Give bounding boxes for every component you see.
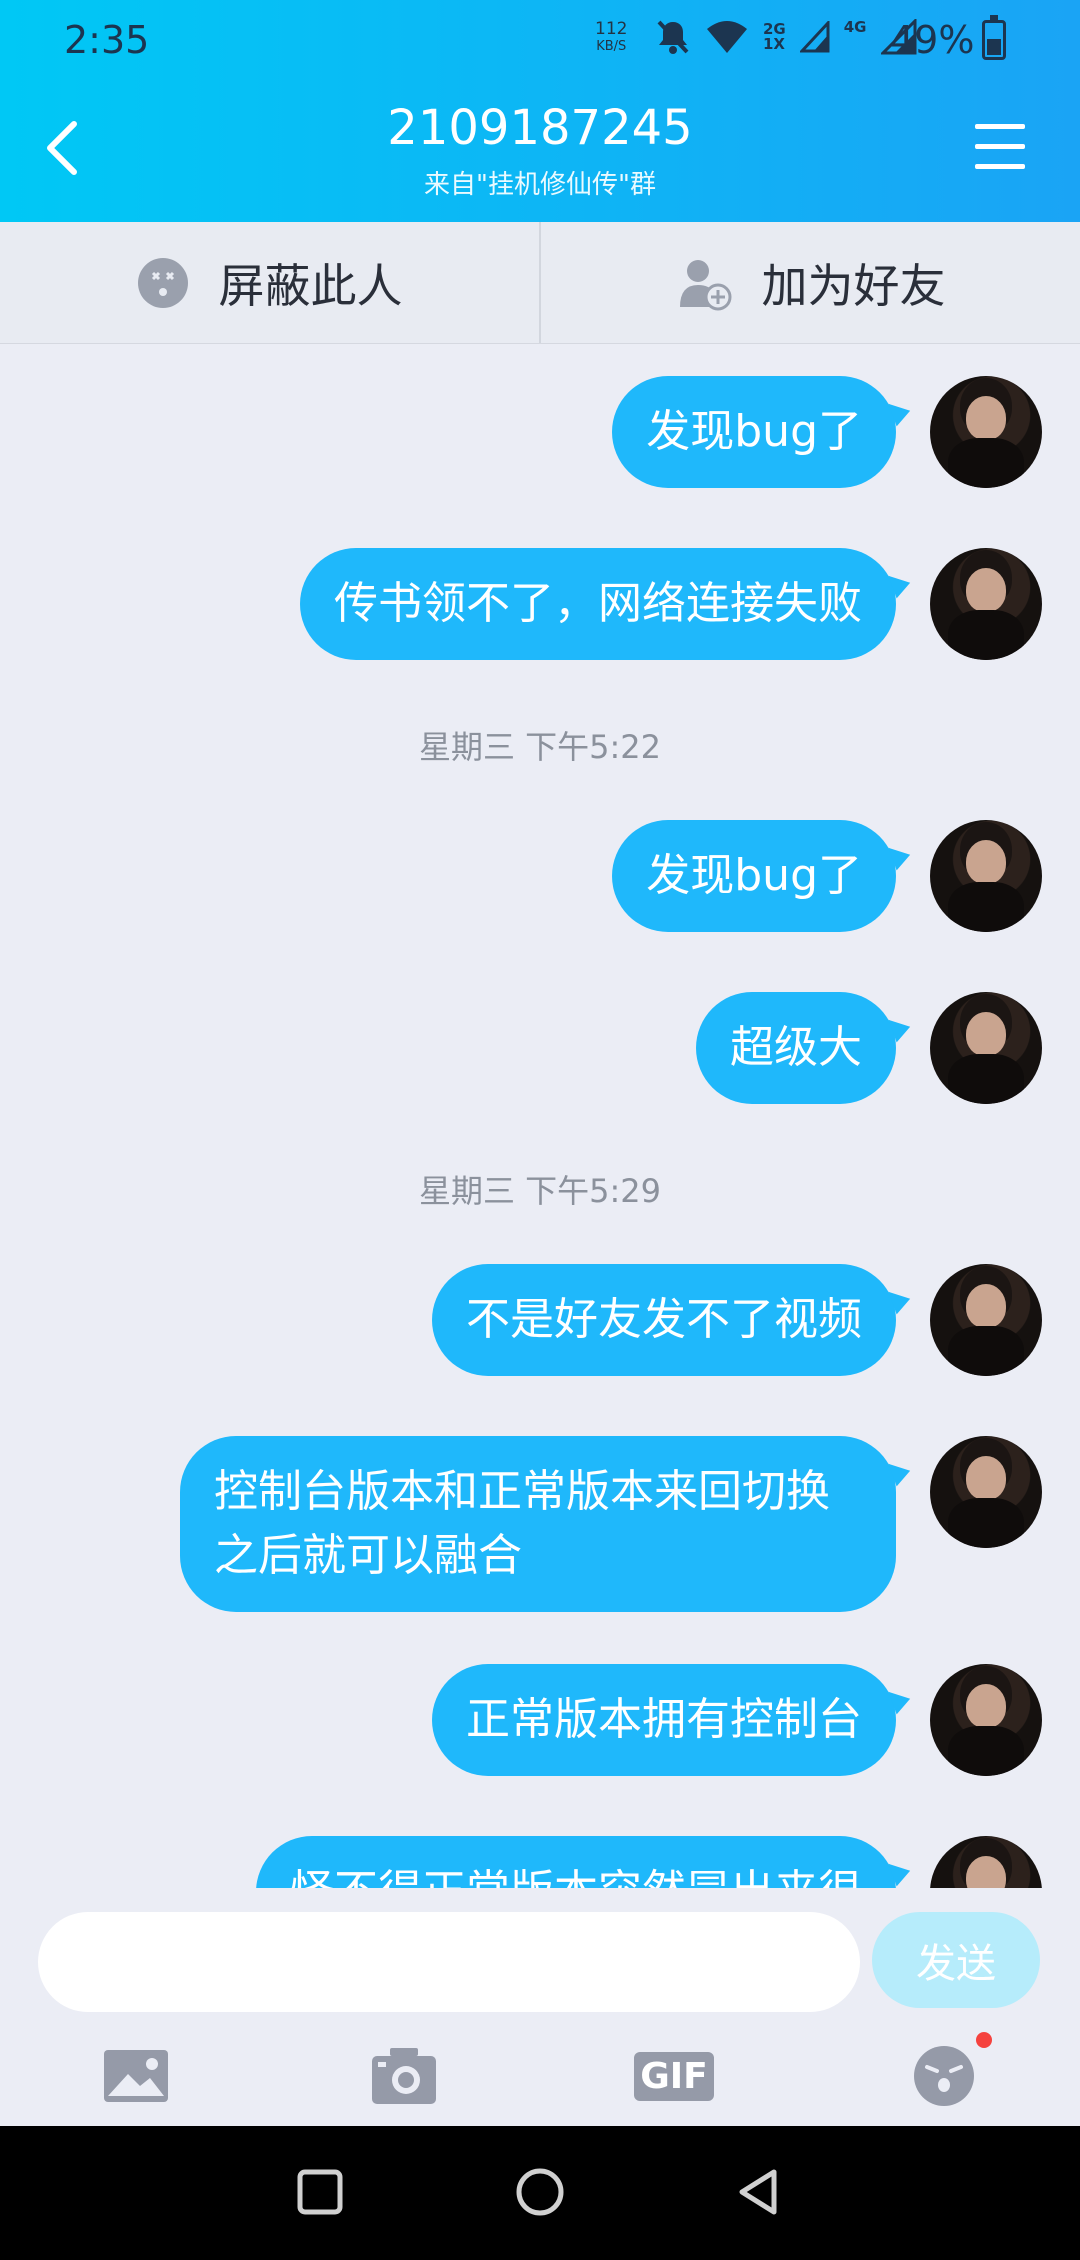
message-bubble[interactable]: 控制台版本和正常版本来回切换之后就可以融合	[180, 1436, 896, 1612]
status-bar: 2:35 112 KB/S 2G 1X 4G 49%	[0, 0, 1080, 80]
status-icons: 2G 1X 4G	[655, 18, 917, 56]
message-row: 传书领不了，网络连接失败	[300, 548, 1042, 660]
header: 2:35 112 KB/S 2G 1X 4G 49% 2109187245 来自…	[0, 0, 1080, 222]
message-bubble[interactable]: 传书领不了，网络连接失败	[300, 548, 896, 660]
message-row: 不是好友发不了视频	[432, 1264, 1042, 1376]
emoji-icon	[914, 2046, 974, 2106]
message-row: 发现bug了	[612, 820, 1042, 932]
add-friend-icon	[679, 259, 731, 310]
message-row: 正常版本拥有控制台	[432, 1664, 1042, 1776]
avatar[interactable]	[930, 820, 1042, 932]
block-user-button[interactable]: 屏蔽此人	[0, 222, 539, 343]
page-subtitle: 来自"挂机修仙传"群	[424, 170, 656, 200]
camera-button[interactable]	[364, 2036, 444, 2116]
message-bubble[interactable]: 发现bug了	[612, 820, 896, 932]
message-timestamp: 星期三 下午5:22	[418, 728, 662, 766]
add-friend-button[interactable]: 加为好友	[539, 222, 1080, 343]
mute-bell-icon	[657, 20, 689, 54]
action-bar: 屏蔽此人 加为好友	[0, 222, 1080, 344]
send-button[interactable]: 发送	[872, 1912, 1040, 2008]
network-speed: 112 KB/S	[595, 20, 627, 56]
block-face-icon	[137, 257, 188, 308]
toolbar: GIF	[0, 2032, 1080, 2126]
message-input[interactable]	[38, 1912, 860, 2012]
network-1x: 1X	[763, 35, 786, 53]
signal-2g-label: 2G 1X	[763, 22, 786, 52]
network-speed-unit: KB/S	[596, 39, 627, 54]
wifi-icon	[707, 21, 747, 53]
message-bubble[interactable]: 不是好友发不了视频	[432, 1264, 896, 1376]
avatar[interactable]	[930, 1436, 1042, 1548]
avatar[interactable]	[930, 376, 1042, 488]
message-timestamp: 星期三 下午5:29	[418, 1172, 662, 1210]
status-time: 2:35	[64, 18, 150, 62]
message-row: 控制台版本和正常版本来回切换之后就可以融合	[180, 1436, 1042, 1612]
page-title: 2109187245	[387, 100, 693, 156]
input-bar: 发送 GIF	[0, 1888, 1080, 2126]
signal-icon	[799, 21, 830, 53]
add-friend-label: 加为好友	[761, 258, 946, 313]
chat-area[interactable]: 发现bug了 传书领不了，网络连接失败 星期三 下午5:22 发现bug了 超级…	[0, 344, 1080, 1888]
message-bubble[interactable]: 正常版本拥有控制台	[432, 1664, 896, 1776]
emoji-button[interactable]	[904, 2032, 992, 2116]
message-bubble[interactable]: 怪不得正常版本突然冒出来很	[256, 1836, 896, 1888]
block-user-label: 屏蔽此人	[218, 258, 403, 313]
message-row: 超级大	[696, 992, 1042, 1104]
network-speed-value: 112	[595, 19, 628, 39]
avatar[interactable]	[930, 1264, 1042, 1376]
camera-icon	[372, 2048, 436, 2104]
avatar[interactable]	[930, 1664, 1042, 1776]
battery-icon	[982, 15, 1006, 60]
avatar[interactable]	[930, 1836, 1042, 1888]
back-icon[interactable]	[730, 2162, 790, 2222]
image-icon	[104, 2050, 168, 2102]
avatar[interactable]	[930, 992, 1042, 1104]
message-row: 怪不得正常版本突然冒出来很	[256, 1836, 1042, 1888]
navigation-bar	[0, 2126, 1080, 2260]
notification-dot	[976, 2032, 992, 2048]
message-bubble[interactable]: 发现bug了	[612, 376, 896, 488]
home-icon[interactable]	[510, 2162, 570, 2222]
avatar[interactable]	[930, 548, 1042, 660]
recent-apps-icon[interactable]	[290, 2162, 350, 2222]
image-button[interactable]	[96, 2036, 176, 2116]
battery-percent: 49%	[890, 18, 975, 62]
message-bubble[interactable]: 超级大	[696, 992, 896, 1104]
gif-button[interactable]: GIF	[634, 2036, 714, 2116]
network-4g: 4G	[843, 18, 867, 36]
message-row: 发现bug了	[612, 376, 1042, 488]
menu-icon[interactable]	[975, 124, 1025, 170]
gif-icon: GIF	[634, 2051, 714, 2101]
